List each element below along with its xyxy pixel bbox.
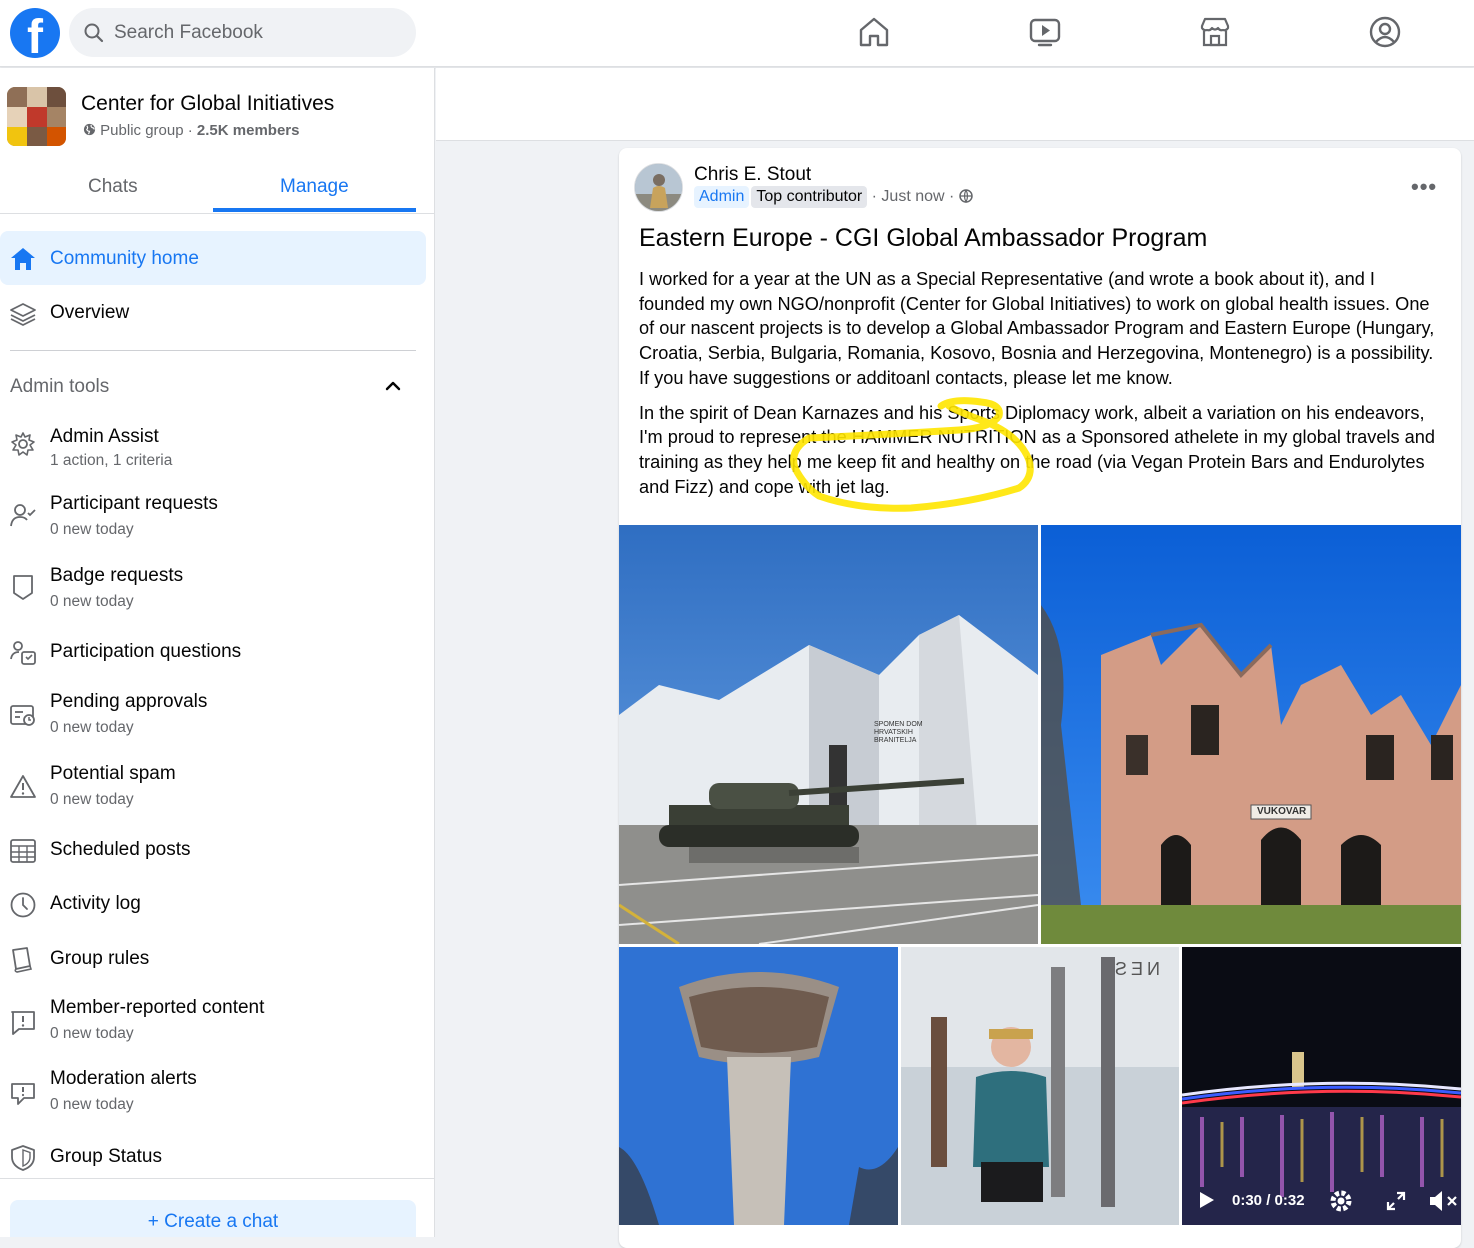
group-admin-sidebar: Center for Global Initiatives Public gro… xyxy=(0,68,435,1237)
sidebar-item-label: Activity log xyxy=(50,893,141,914)
plus-icon: + xyxy=(147,1211,165,1232)
muted-volume-icon[interactable] xyxy=(1428,1189,1461,1213)
marketplace-icon[interactable] xyxy=(1197,14,1233,50)
alert-bubble-icon xyxy=(11,1083,35,1105)
group-cover-thumbnail[interactable] xyxy=(7,87,66,146)
meta-separator: · xyxy=(183,122,197,139)
sidebar-item-label: Pending approvals xyxy=(50,691,208,712)
sidebar-item-label: Group rules xyxy=(50,948,150,969)
sidebar-item-sub: 0 new today xyxy=(50,1096,134,1113)
group-privacy: Public group xyxy=(100,122,184,139)
post-body: I worked for a year at the UN as a Speci… xyxy=(639,267,1439,499)
create-chat-button[interactable]: + Create a chat xyxy=(10,1200,416,1237)
clock-icon xyxy=(10,892,36,918)
sidebar-item-label: Admin Assist xyxy=(50,426,159,447)
globe-icon xyxy=(959,189,973,204)
sidebar-item-sub: 0 new today xyxy=(50,521,134,538)
video-icon[interactable] xyxy=(1027,14,1063,50)
author-photo xyxy=(635,164,682,211)
report-icon xyxy=(11,1011,35,1035)
post-author-name[interactable]: Chris E. Stout xyxy=(694,164,811,186)
sidebar-item-sub: 0 new today xyxy=(50,719,134,736)
facebook-logo-icon[interactable]: f xyxy=(10,8,60,58)
more-options-icon[interactable]: ••• xyxy=(1411,174,1437,200)
sidebar-item-sub: 0 new today xyxy=(50,593,134,610)
vukovar-ruin-photo xyxy=(1041,525,1461,944)
group-header-strip xyxy=(436,68,1474,141)
water-tower-photo xyxy=(619,947,898,1225)
author-avatar[interactable] xyxy=(634,163,683,212)
sidebar-item-label: Overview xyxy=(50,302,130,323)
tab-chats[interactable]: Chats xyxy=(88,176,138,198)
sidebar-item-label: Scheduled posts xyxy=(50,839,191,860)
search-icon xyxy=(84,23,104,43)
sidebar-item-label: Community home xyxy=(50,248,199,269)
globe-icon xyxy=(83,123,96,136)
search-placeholder: Search Facebook xyxy=(114,22,263,43)
photo-water-tower[interactable] xyxy=(619,947,898,1225)
home-icon[interactable] xyxy=(856,14,892,50)
admin-tools-heading[interactable]: Admin tools xyxy=(10,376,109,398)
create-chat-label: Create a chat xyxy=(164,1211,279,1232)
home-filled-icon xyxy=(11,248,35,270)
tank-memorial-photo xyxy=(619,525,1038,944)
top-contributor-badge: Top contributor xyxy=(751,186,868,208)
post-paragraph-1: I worked for a year at the UN as a Speci… xyxy=(639,269,1435,388)
group-meta: Public group · 2.5K members xyxy=(83,122,299,139)
sidebar-item-label: Badge requests xyxy=(50,565,184,586)
pending-approvals-icon xyxy=(10,705,35,726)
post-timestamp[interactable]: · Just now · xyxy=(867,188,959,205)
questions-icon xyxy=(10,641,36,665)
layers-icon xyxy=(10,303,36,326)
book-icon xyxy=(12,947,33,973)
admin-assist-icon xyxy=(11,432,35,456)
sidebar-item-label: Participant requests xyxy=(50,493,218,514)
sidebar-footer-divider xyxy=(0,1178,434,1179)
group-members-count[interactable]: 2.5K members xyxy=(197,122,300,139)
participant-requests-icon xyxy=(10,504,36,527)
sidebar-divider xyxy=(10,350,416,351)
active-tab-indicator xyxy=(213,208,416,212)
top-navigation-bar: f Search Facebook xyxy=(0,0,1474,67)
tab-manage[interactable]: Manage xyxy=(280,176,349,198)
post-title: Eastern Europe - CGI Global Ambassador P… xyxy=(639,224,1208,252)
badge-icon xyxy=(13,575,33,600)
photo-tank-memorial[interactable]: SPOMEN DOM HRVATSKIH BRANITELJA xyxy=(619,525,1038,944)
shield-icon xyxy=(11,1145,35,1171)
play-icon[interactable] xyxy=(1196,1190,1216,1210)
groups-icon[interactable] xyxy=(1367,14,1403,50)
group-name[interactable]: Center for Global Initiatives xyxy=(81,92,334,116)
post-paragraph-2: In the spirit of Dean Karnazes and his S… xyxy=(639,402,1435,497)
group-photo-collage xyxy=(7,87,66,146)
video-controls: 0:30 / 0:32 xyxy=(1182,1175,1461,1225)
video-time: 0:30 / 0:32 xyxy=(1232,1192,1305,1209)
admin-badge: Admin xyxy=(694,186,750,208)
warning-icon xyxy=(10,775,36,798)
feed-post: Chris E. Stout Admin Top contributor · Ju… xyxy=(619,148,1461,1248)
sidebar-item-sub: 0 new today xyxy=(50,791,134,808)
settings-gear-icon[interactable] xyxy=(1328,1188,1354,1214)
sidebar-item-label: Potential spam xyxy=(50,763,176,784)
chevron-up-icon[interactable] xyxy=(383,376,403,396)
calendar-icon xyxy=(10,839,36,863)
photo-gym-selfie[interactable]: NES xyxy=(901,947,1179,1225)
memorial-sign-text: SPOMEN DOM HRVATSKIH BRANITELJA xyxy=(874,721,923,744)
sidebar-item-label: Participation questions xyxy=(50,641,242,662)
fullscreen-icon[interactable] xyxy=(1385,1190,1407,1212)
photo-vukovar-ruin[interactable]: VUKOVAR xyxy=(1041,525,1461,944)
search-input[interactable]: Search Facebook xyxy=(69,8,416,57)
vukovar-sign-text: VUKOVAR xyxy=(1257,806,1307,817)
video-night-bridge[interactable]: 0:30 / 0:32 xyxy=(1182,947,1461,1225)
post-meta: Admin Top contributor · Just now · xyxy=(694,186,973,208)
sidebar-item-label: Moderation alerts xyxy=(50,1068,197,1089)
sidebar-item-label: Member-reported content xyxy=(50,997,265,1018)
sidebar-item-sub: 0 new today xyxy=(50,1025,134,1042)
sidebar-item-sub: 1 action, 1 criteria xyxy=(50,452,173,469)
gym-sign-text: NES xyxy=(1111,959,1161,979)
sidebar-item-label: Group Status xyxy=(50,1146,162,1167)
gym-selfie-photo xyxy=(901,947,1179,1225)
